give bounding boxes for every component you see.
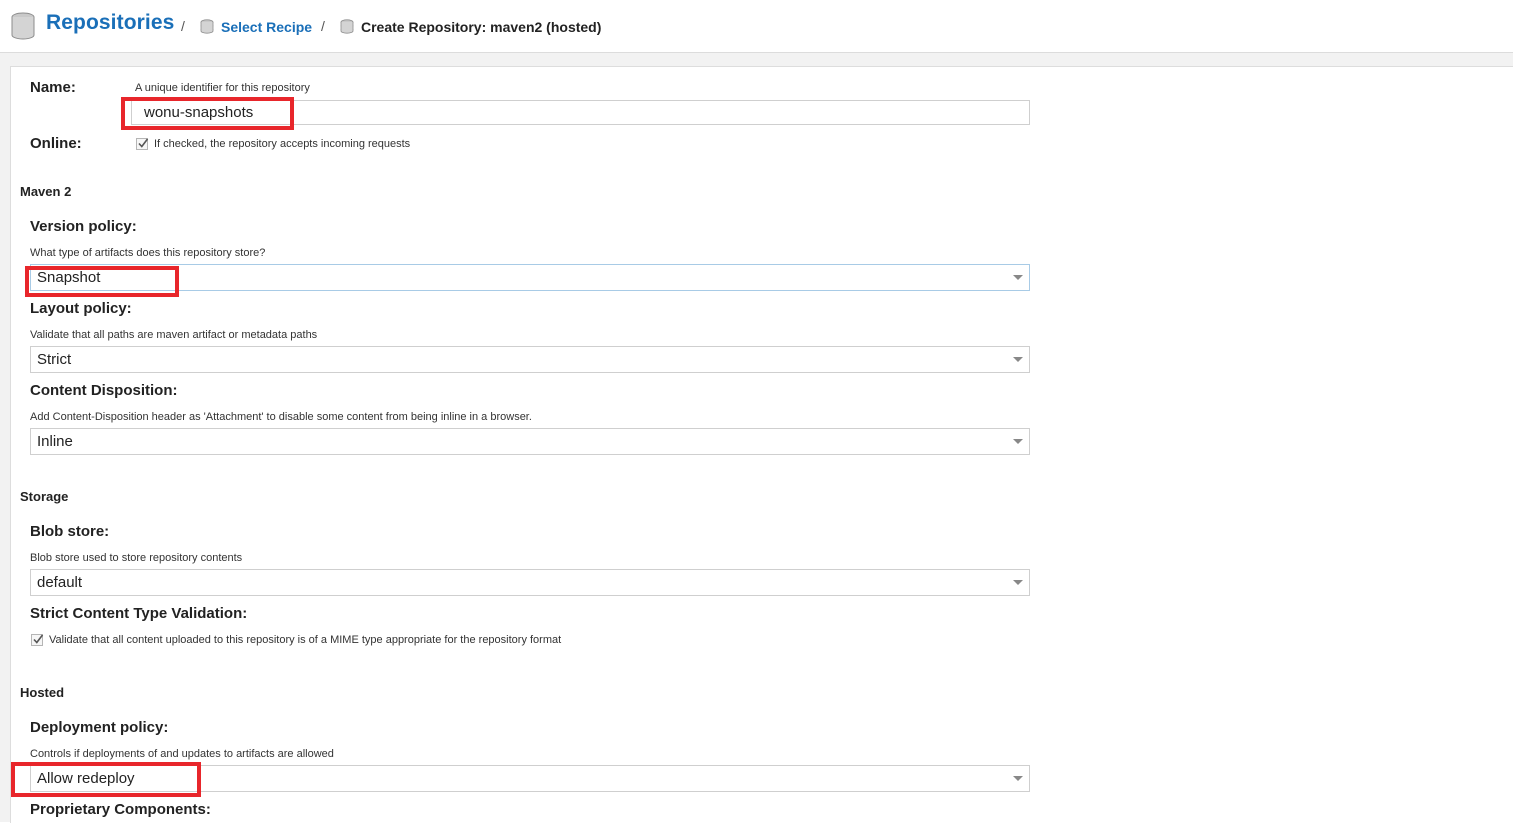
section-hosted: Hosted <box>20 685 65 700</box>
deployment-policy-label: Deployment policy: <box>30 719 169 736</box>
layout-policy-value: Strict <box>37 351 72 368</box>
proprietary-components-label: Proprietary Components: <box>30 801 211 818</box>
strict-content-help: Validate that all content uploaded to th… <box>49 634 562 646</box>
version-policy-label: Version policy: <box>30 218 137 235</box>
online-help: If checked, the repository accepts incom… <box>154 138 411 150</box>
breadcrumb-bar: Repositories / Select Recipe / Create Re… <box>0 0 1513 53</box>
blob-store-select[interactable]: default <box>30 569 1030 596</box>
content-disposition-select[interactable]: Inline <box>30 428 1030 455</box>
checkmark-icon <box>138 138 149 148</box>
deployment-policy-select[interactable]: Allow redeploy <box>30 765 1030 792</box>
section-maven2: Maven 2 <box>20 184 72 199</box>
blob-store-help: Blob store used to store repository cont… <box>30 552 243 564</box>
online-checkbox[interactable] <box>136 138 149 150</box>
checkmark-icon <box>33 634 44 644</box>
version-policy-value: Snapshot <box>37 269 101 286</box>
dropdown-arrow-icon[interactable] <box>1013 439 1023 444</box>
layout-policy-select[interactable]: Strict <box>30 346 1030 373</box>
dropdown-arrow-icon[interactable] <box>1013 357 1023 362</box>
name-input[interactable]: wonu-snapshots <box>131 100 1030 125</box>
breadcrumb-separator: / <box>181 18 185 34</box>
repository-form: Name: A unique identifier for this repos… <box>10 66 1513 823</box>
layout-policy-label: Layout policy: <box>30 300 132 317</box>
content-disposition-value: Inline <box>37 433 73 450</box>
online-label: Online: <box>30 135 82 152</box>
breadcrumb-select-recipe[interactable]: Select Recipe <box>221 19 312 35</box>
content-disposition-help: Add Content-Disposition header as 'Attac… <box>30 411 532 423</box>
dropdown-arrow-icon[interactable] <box>1013 776 1023 781</box>
deployment-policy-help: Controls if deployments of and updates t… <box>30 748 334 760</box>
blob-store-label: Blob store: <box>30 523 110 540</box>
dropdown-arrow-icon[interactable] <box>1013 580 1023 585</box>
name-label: Name: <box>30 79 76 96</box>
name-help: A unique identifier for this repository <box>135 82 310 94</box>
strict-content-checkbox[interactable] <box>31 634 44 646</box>
breadcrumb-repositories[interactable]: Repositories <box>46 11 174 35</box>
content-disposition-label: Content Disposition: <box>30 382 178 399</box>
section-storage: Storage <box>20 489 69 504</box>
database-icon <box>200 19 214 39</box>
version-policy-help: What type of artifacts does this reposit… <box>30 247 266 259</box>
deployment-policy-value: Allow redeploy <box>37 770 135 787</box>
strict-content-label: Strict Content Type Validation: <box>30 605 248 622</box>
database-icon <box>10 12 36 45</box>
database-icon <box>340 19 354 39</box>
layout-policy-help: Validate that all paths are maven artifa… <box>30 329 318 341</box>
breadcrumb-current-page: Create Repository: maven2 (hosted) <box>361 19 602 35</box>
version-policy-select[interactable]: Snapshot <box>30 264 1030 291</box>
blob-store-value: default <box>37 574 83 591</box>
dropdown-arrow-icon[interactable] <box>1013 275 1023 280</box>
breadcrumb-separator: / <box>321 18 325 34</box>
